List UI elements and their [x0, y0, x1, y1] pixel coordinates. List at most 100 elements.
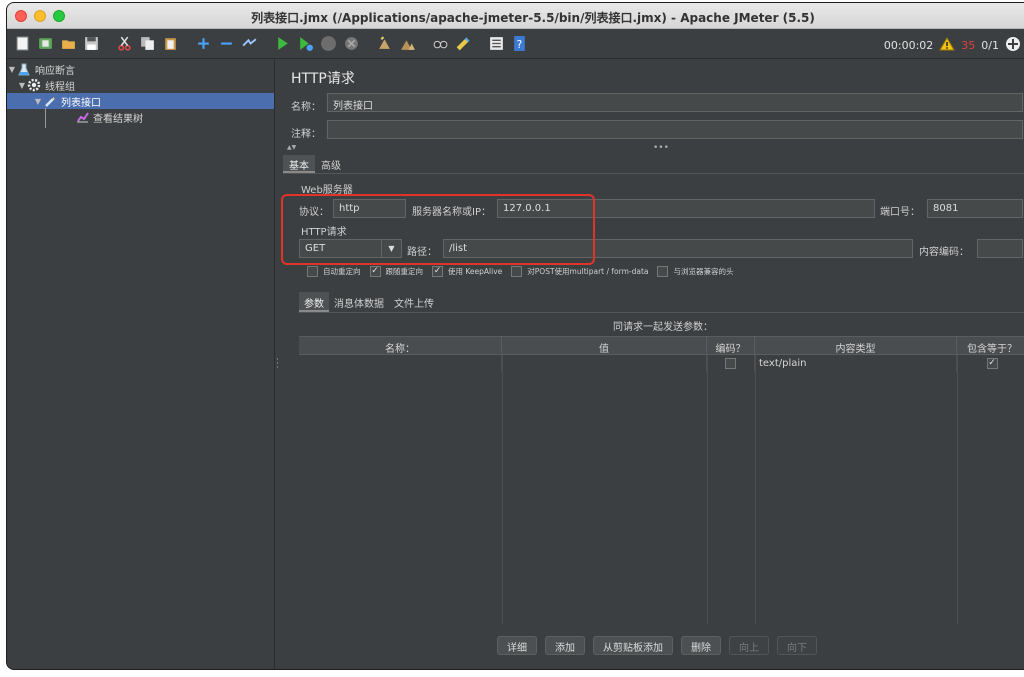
open-icon[interactable] — [59, 34, 78, 53]
divider-grip[interactable]: ••• — [653, 143, 669, 153]
option-checkboxes: 自动重定向 ✓ 跟随重定向 ✓ 使用 KeepAlive 对POST使用multip… — [307, 266, 742, 277]
column-header-content-type[interactable]: 内容类型 — [755, 337, 957, 355]
checkbox[interactable] — [511, 266, 523, 277]
function-helper-icon[interactable] — [487, 34, 506, 53]
name-label: 名称： — [291, 102, 321, 113]
delete-button[interactable]: 删除 — [681, 636, 721, 655]
help-icon[interactable]: ? — [510, 34, 529, 53]
comment-input[interactable] — [327, 120, 1023, 139]
params-table-body: text/plain ✓ — [299, 355, 1024, 624]
option-auto-redirect[interactable]: 自动重定向 — [307, 266, 361, 277]
option-keepalive[interactable]: ✓ 使用 KeepAlive — [432, 266, 502, 277]
copy-icon[interactable] — [138, 34, 157, 53]
active-threads: 0/1 — [981, 39, 999, 52]
option-multipart[interactable]: 对POST使用multipart / form-data — [511, 266, 648, 277]
tab-body-data[interactable]: 消息体数据 — [329, 292, 389, 312]
collapse-icon[interactable] — [217, 34, 236, 53]
start-icon[interactable] — [273, 34, 292, 53]
expand-icon[interactable] — [194, 34, 213, 53]
port-label: 端口号： — [880, 207, 920, 218]
main-toolbar: ? 00:00:02 35 0/1 — [7, 29, 1024, 59]
window-title: 列表接口.jmx (/Applications/apache-jmeter-5.… — [251, 11, 815, 25]
param-include-equals-cell[interactable]: ✓ — [957, 355, 1024, 372]
test-plan-icon — [17, 62, 31, 76]
checkbox-checked[interactable]: ✓ — [369, 266, 381, 277]
clear-all-icon[interactable] — [398, 34, 417, 53]
encoding-input[interactable] — [977, 239, 1023, 258]
checkbox-checked[interactable]: ✓ — [986, 358, 998, 369]
param-encode-cell[interactable] — [707, 355, 755, 372]
tab-parameters[interactable]: 参数 — [299, 292, 329, 312]
clear-icon[interactable] — [375, 34, 394, 53]
highlight-annotation-box — [281, 194, 595, 265]
cut-icon[interactable] — [115, 34, 134, 53]
save-icon[interactable] — [82, 34, 101, 53]
tree-connector-line — [45, 108, 46, 128]
reset-search-icon[interactable] — [454, 34, 473, 53]
remote-add-icon[interactable] — [1005, 36, 1021, 55]
tree-item-list-api[interactable]: ▼ 列表接口 — [7, 93, 274, 109]
column-header-include-equals[interactable]: 包含等于？ — [957, 337, 1024, 355]
test-plan-tree: ▼ 响应断言 ▼ 线程组 ▼ 列表接口 查看结果树 — [7, 60, 275, 669]
checkbox[interactable] — [725, 358, 736, 369]
listener-chart-icon — [75, 110, 89, 124]
name-input[interactable]: 列表接口 — [327, 93, 1023, 112]
panel-title: HTTP请求 — [291, 71, 355, 87]
jmeter-window: 列表接口.jmx (/Applications/apache-jmeter-5.… — [6, 2, 1024, 670]
move-up-button[interactable]: 向上 — [729, 636, 769, 655]
checkbox[interactable] — [307, 266, 318, 277]
new-icon[interactable] — [13, 34, 32, 53]
search-icon[interactable] — [431, 34, 450, 53]
checkbox[interactable] — [657, 266, 669, 277]
option-follow-redirects[interactable]: ✓ 跟随重定向 — [369, 266, 423, 277]
divider-arrows-icon[interactable]: ▲▼ — [287, 144, 296, 151]
encoding-label: 内容编码： — [919, 247, 969, 258]
column-header-encode[interactable]: 编码？ — [707, 337, 755, 355]
warning-triangle-icon[interactable] — [939, 37, 956, 54]
collapse-arrow-icon[interactable]: ▼ — [17, 81, 27, 90]
toggle-icon[interactable] — [240, 34, 259, 53]
splitter-grip[interactable]: · · · — [276, 356, 279, 373]
start-no-pause-icon[interactable] — [296, 34, 315, 53]
tree-item-test-plan[interactable]: ▼ 响应断言 — [7, 61, 274, 77]
add-button[interactable]: 添加 — [545, 636, 585, 655]
split-divider[interactable]: ▲▼ ••• — [283, 143, 1024, 153]
param-name-cell[interactable] — [299, 355, 502, 372]
add-from-clipboard-button[interactable]: 从剪贴板添加 — [593, 636, 673, 655]
params-table-caption: 同请求一起发送参数： — [613, 322, 713, 333]
collapse-arrow-icon[interactable]: ▼ — [33, 97, 43, 106]
tab-basic[interactable]: 基本 — [283, 155, 315, 173]
thread-group-gear-icon — [27, 78, 41, 92]
paste-icon[interactable] — [161, 34, 180, 53]
templates-icon[interactable] — [36, 34, 55, 53]
title-bar: 列表接口.jmx (/Applications/apache-jmeter-5.… — [7, 3, 1024, 29]
column-header-name[interactable]: 名称： — [299, 337, 502, 355]
tree-item-label: 查看结果树 — [93, 113, 143, 125]
tab-advanced[interactable]: 高级 — [315, 155, 347, 173]
tab-file-upload[interactable]: 文件上传 — [389, 292, 439, 312]
tree-item-thread-group[interactable]: ▼ 线程组 — [7, 77, 274, 93]
warning-count: 35 — [961, 39, 976, 52]
tree-item-label: 响应断言 — [35, 65, 75, 77]
stop-icon[interactable] — [319, 34, 338, 53]
http-request-panel: HTTP请求 名称： 列表接口 注释： ▲▼ ••• 基本 高级 Web服务器 … — [283, 60, 1024, 669]
move-down-button[interactable]: 向下 — [777, 636, 817, 655]
column-divider — [957, 355, 958, 624]
column-header-value[interactable]: 值 — [502, 337, 707, 355]
tree-item-label: 线程组 — [45, 81, 75, 93]
status-area: 00:00:02 35 0/1 — [884, 36, 1021, 55]
detail-button[interactable]: 详细 — [497, 636, 537, 655]
tab-underline — [283, 173, 1024, 174]
column-divider — [755, 355, 756, 624]
option-browser-headers[interactable]: 与浏览器兼容的头 — [657, 266, 733, 277]
request-data-tabs: 参数 消息体数据 文件上传 — [299, 292, 439, 312]
collapse-arrow-icon[interactable]: ▼ — [7, 65, 17, 74]
checkbox-checked[interactable]: ✓ — [432, 266, 443, 277]
param-value-cell[interactable] — [502, 355, 707, 372]
param-content-type-cell[interactable]: text/plain — [755, 355, 957, 372]
shutdown-icon[interactable] — [342, 34, 361, 53]
tree-item-view-results-tree[interactable]: 查看结果树 — [7, 109, 274, 125]
port-input[interactable]: 8081 — [927, 199, 1023, 218]
table-row[interactable]: text/plain ✓ — [299, 355, 1024, 372]
params-table-header: 名称： 值 编码？ 内容类型 包含等于？ — [299, 336, 1024, 355]
